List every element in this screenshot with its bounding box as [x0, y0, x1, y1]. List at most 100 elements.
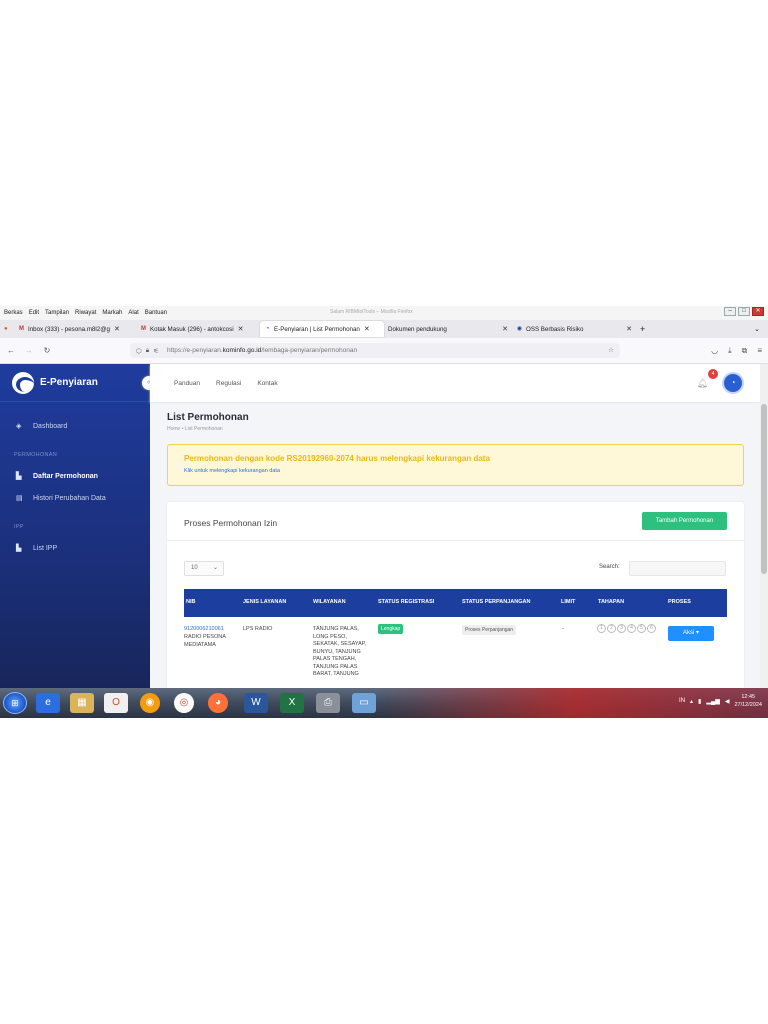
windows-taskbar: ⊞ e ▦ O ◉ ◎ ◕ W X ⎙ ▭ IN ▴ ▮ ▂▄▆ ◀ 12:45…: [0, 688, 768, 718]
menu-tampilan[interactable]: Tampilan: [45, 310, 69, 316]
col-tahapan[interactable]: TAHAPAN: [598, 599, 624, 605]
aksi-dropdown-button[interactable]: Aksi ▾: [668, 626, 714, 641]
top-navbar: Panduan Regulasi Kontak: [150, 364, 760, 402]
col-status-registrasi[interactable]: STATUS REGISTRASI: [378, 599, 434, 605]
extensions-icon[interactable]: ⧉: [742, 346, 748, 356]
epenyiaran-icon: ◔: [265, 325, 270, 332]
chevron-down-icon: ⌄: [212, 565, 218, 571]
media-player-icon[interactable]: ◉: [140, 693, 160, 713]
sidebar-item-list-ipp[interactable]: ▙ List IPP: [16, 544, 57, 553]
excel-icon[interactable]: X: [280, 693, 304, 713]
signal-icon[interactable]: ▂▄▆: [706, 698, 719, 705]
file-explorer-icon[interactable]: ▦: [70, 693, 94, 713]
outlook-icon[interactable]: O: [104, 693, 128, 713]
menu-edit[interactable]: Edit: [29, 310, 39, 316]
menu-berkas[interactable]: Berkas: [4, 310, 23, 316]
perpanjangan-badge: Proses Perpanjangan: [462, 625, 517, 635]
col-nib[interactable]: NIB: [186, 599, 195, 605]
close-tab-icon[interactable]: ✕: [238, 325, 244, 333]
screen-capture-icon[interactable]: ▭: [352, 693, 376, 713]
volume-icon[interactable]: ◀: [725, 698, 730, 705]
sidebar-item-dashboard[interactable]: ◈ Dashboard: [16, 422, 67, 431]
menu-alat[interactable]: Alat: [128, 310, 138, 316]
brand[interactable]: E-Penyiaran: [0, 364, 150, 402]
sidebar-item-histori[interactable]: ▤ Histori Perubahan Data: [16, 494, 106, 503]
back-icon[interactable]: ←: [4, 346, 18, 355]
close-window-button[interactable]: ✕: [752, 307, 764, 316]
tahapan-steps: 1 2 3 4 5 6: [597, 624, 656, 633]
nav-regulasi[interactable]: Regulasi: [216, 380, 241, 387]
col-proses[interactable]: PROSES: [668, 599, 691, 605]
col-status-perpanjangan[interactable]: STATUS PERPANJANGAN: [462, 599, 530, 605]
tab-kotak-masuk[interactable]: M Kotak Masuk (296) - antokcosi ✕: [136, 321, 260, 337]
search-input[interactable]: [629, 561, 726, 576]
card-title: Proses Permohonan Izin: [184, 518, 278, 528]
tab-oss[interactable]: ◉ OSS Berbasis Risiko ✕: [512, 321, 636, 337]
alert-link[interactable]: Klik untuk melengkapi kekurangan data: [184, 468, 280, 474]
reload-icon[interactable]: ↻: [40, 346, 54, 355]
user-avatar[interactable]: ◔: [722, 372, 744, 394]
chrome-icon[interactable]: ◎: [174, 693, 194, 713]
step-indicator: 2: [607, 624, 616, 633]
menu-bantuan[interactable]: Bantuan: [145, 310, 167, 316]
window-title: Salam RIBMtolTools – Mozilla Firefox: [330, 309, 413, 315]
section-label-permohonan: PERMOHONAN: [14, 452, 58, 458]
firefox-taskbar-icon[interactable]: ◕: [208, 693, 228, 713]
menu-markah[interactable]: Markah: [102, 310, 122, 316]
warning-alert: Permohonan dengan kode RS20192960-2074 h…: [167, 444, 744, 486]
tab-label: Kotak Masuk (296) - antokcosi: [150, 325, 234, 333]
step-indicator: 5: [637, 624, 646, 633]
app-menu-icon[interactable]: ≡: [757, 346, 762, 356]
cell-nib[interactable]: 9120006210061: [184, 626, 239, 634]
firefox-view-tab[interactable]: ●: [0, 321, 14, 337]
new-tab-button[interactable]: +: [636, 321, 654, 337]
col-limit[interactable]: LIMIT: [561, 599, 575, 605]
col-jenis-layanan[interactable]: JENIS LAYANAN: [243, 599, 286, 605]
word-icon[interactable]: W: [244, 693, 268, 713]
nav-panduan[interactable]: Panduan: [174, 380, 200, 387]
forward-icon[interactable]: →: [22, 346, 36, 355]
start-button[interactable]: ⊞: [3, 692, 27, 714]
screenshot-area: Berkas Edit Tampilan Riwayat Markah Alat…: [0, 306, 768, 718]
breadcrumb: Home • List Permohonan: [167, 426, 223, 432]
dashboard-icon: ◈: [16, 423, 22, 430]
tab-dokumen[interactable]: Dokumen pendukung ✕: [384, 321, 512, 337]
url-text: https://e-penyiaran.kominfo.go.id/lembag…: [166, 347, 358, 354]
document-icon: ▤: [16, 495, 23, 502]
show-hidden-icons-icon[interactable]: ▴: [690, 698, 693, 705]
sidebar-item-daftar-permohonan[interactable]: ▙ Daftar Permohonan: [16, 472, 98, 481]
window-controls: – □ ✕: [724, 307, 764, 316]
page-scrollbar[interactable]: [760, 364, 768, 696]
close-tab-icon[interactable]: ✕: [114, 325, 120, 333]
close-tab-icon[interactable]: ✕: [502, 325, 508, 333]
network-icon[interactable]: ▮: [698, 698, 701, 705]
step-indicator: 1: [597, 624, 606, 633]
language-indicator[interactable]: IN: [679, 698, 685, 704]
bell-icon[interactable]: 🔔︎: [697, 378, 708, 389]
tab-epenyiaran[interactable]: ◔ E-Penyiaran | List Permohonan ✕: [260, 321, 384, 337]
tambah-permohonan-button[interactable]: Tambah Permohonan: [642, 512, 727, 530]
pocket-icon[interactable]: ◡: [711, 346, 718, 356]
oss-icon: ◉: [516, 325, 523, 332]
card-divider: [167, 540, 744, 541]
col-wilayanan[interactable]: WILAYANAN: [313, 599, 346, 605]
minimize-button[interactable]: –: [724, 307, 736, 316]
tab-label: OSS Berbasis Risiko: [526, 325, 584, 333]
lock-icon: 🔒︎: [145, 346, 150, 354]
printer-icon[interactable]: ⎙: [316, 693, 340, 713]
downloads-icon[interactable]: ⤓: [728, 346, 732, 356]
notification-badge: 4: [708, 369, 718, 379]
scrollbar-thumb[interactable]: [761, 404, 767, 574]
maximize-button[interactable]: □: [738, 307, 750, 316]
close-tab-icon[interactable]: ✕: [626, 325, 632, 333]
list-tabs-icon[interactable]: ⌄: [750, 321, 764, 337]
clock[interactable]: 12:45 27/12/2024: [734, 693, 762, 709]
page-length-select[interactable]: 10 ⌄: [184, 561, 224, 576]
internet-explorer-icon[interactable]: e: [36, 693, 60, 713]
close-tab-icon[interactable]: ✕: [364, 325, 370, 333]
nav-kontak[interactable]: Kontak: [257, 380, 277, 387]
bookmark-star-icon[interactable]: ☆: [608, 346, 614, 354]
tab-inbox[interactable]: M Inbox (333) - pesona.m8l2@g ✕: [14, 321, 136, 337]
menu-riwayat[interactable]: Riwayat: [75, 310, 96, 316]
url-bar[interactable]: ⬡ 🔒︎ ⚟ https://e-penyiaran.kominfo.go.id…: [130, 343, 620, 358]
